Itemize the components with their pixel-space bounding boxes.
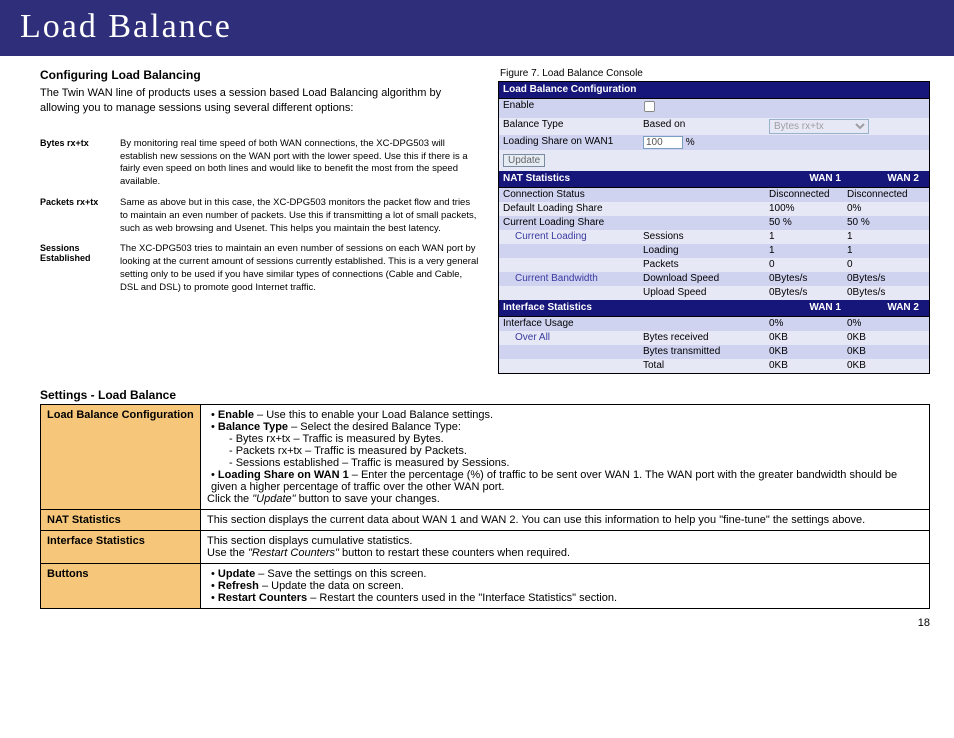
current-loading-label: Current Loading: [503, 231, 643, 243]
subrow-val: 0KB: [847, 332, 925, 344]
if-col-wan2: WAN 2: [847, 302, 925, 314]
loading-share-input[interactable]: [643, 136, 683, 149]
settings-table: Load Balance Configuration Enable – Use …: [40, 404, 930, 609]
left-heading: Configuring Load Balancing: [40, 68, 480, 82]
subrow-key: Total: [643, 360, 769, 372]
nat-header: NAT Statistics WAN 1 WAN 2: [499, 171, 929, 188]
nat-row-val: Disconnected: [769, 189, 847, 201]
opt-desc: Same as above but in this case, the XC-D…: [120, 197, 480, 235]
nat-row-val: 50 %: [847, 217, 925, 229]
subrow-val: 0KB: [847, 346, 925, 358]
nat-row-val: 50 %: [769, 217, 847, 229]
settings-heading: Settings - Load Balance: [40, 388, 930, 402]
subrow-key: Upload Speed: [643, 287, 769, 299]
subrow-val: 1: [769, 231, 847, 243]
opt-term: Bytes rx+tx: [40, 138, 120, 189]
left-intro: The Twin WAN line of products uses a ses…: [40, 86, 480, 116]
subrow-key: Sessions: [643, 231, 769, 243]
settings-row: NAT Statistics This section displays the…: [41, 510, 930, 531]
config-header: Load Balance Configuration: [499, 82, 929, 99]
nat-row-val: 0%: [847, 203, 925, 215]
page-number: 18: [918, 617, 930, 629]
nat-col-wan2: WAN 2: [847, 173, 925, 185]
nat-row-key: Default Loading Share: [503, 203, 643, 215]
nat-header-title: NAT Statistics: [503, 173, 769, 185]
if-usage-val: 0%: [847, 318, 925, 330]
subrow-key: Packets: [643, 259, 769, 271]
nat-row-val: 100%: [769, 203, 847, 215]
enable-checkbox[interactable]: [644, 101, 655, 112]
right-column: Figure 7. Load Balance Console Load Bala…: [498, 68, 930, 374]
subrow-val: 0: [769, 259, 847, 271]
enable-label: Enable: [503, 100, 643, 117]
figure-caption: Figure 7. Load Balance Console: [500, 68, 930, 79]
if-usage-val: 0%: [769, 318, 847, 330]
subrow-key: Download Speed: [643, 273, 769, 285]
subrow-key: Bytes received: [643, 332, 769, 344]
subrow-val: 1: [847, 231, 925, 243]
subrow-val: 0KB: [769, 360, 847, 372]
opt-desc: The XC-DPG503 tries to maintain an even …: [120, 243, 480, 294]
subrow-val: 0KB: [769, 332, 847, 344]
subrow-key: Loading: [643, 245, 769, 257]
nat-row-key: Current Loading Share: [503, 217, 643, 229]
if-col-wan1: WAN 1: [769, 302, 847, 314]
console-screenshot: Load Balance Configuration Enable Balanc…: [498, 81, 930, 374]
settings-key: Load Balance Configuration: [41, 405, 201, 510]
balance-type-select[interactable]: Bytes rx+tx: [769, 119, 869, 134]
balance-type-text: Based on: [643, 119, 769, 134]
opt-desc: By monitoring real time speed of both WA…: [120, 138, 480, 189]
subrow-val: 1: [769, 245, 847, 257]
subrow-val: 0Bytes/s: [769, 273, 847, 285]
subrow-val: 0Bytes/s: [847, 273, 925, 285]
opt-term: Sessions Established: [40, 243, 120, 294]
settings-value: Update – Save the settings on this scree…: [201, 564, 930, 609]
settings-key: Interface Statistics: [41, 531, 201, 564]
nat-col-wan1: WAN 1: [769, 173, 847, 185]
subrow-val: 0KB: [847, 360, 925, 372]
subrow-val: 0Bytes/s: [769, 287, 847, 299]
settings-value: This section displays cumulative statist…: [201, 531, 930, 564]
subrow-val: 0: [847, 259, 925, 271]
settings-value: This section displays the current data a…: [201, 510, 930, 531]
if-usage-key: Interface Usage: [503, 318, 643, 330]
settings-value: Enable – Use this to enable your Load Ba…: [201, 405, 930, 510]
balance-type-label: Balance Type: [503, 119, 643, 134]
subrow-val: 1: [847, 245, 925, 257]
settings-row: Interface Statistics This section displa…: [41, 531, 930, 564]
current-bw-label: Current Bandwidth: [503, 273, 643, 285]
subrow-val: 0Bytes/s: [847, 287, 925, 299]
options-list: Bytes rx+tx By monitoring real time spee…: [40, 130, 480, 303]
nat-row-key: Connection Status: [503, 189, 643, 201]
loading-share-unit: %: [686, 137, 695, 148]
settings-row: Load Balance Configuration Enable – Use …: [41, 405, 930, 510]
subrow-key: Bytes transmitted: [643, 346, 769, 358]
page-banner: Load Balance: [0, 0, 954, 56]
loading-share-label: Loading Share on WAN1: [503, 136, 643, 149]
update-button[interactable]: Update: [503, 154, 545, 167]
settings-key: NAT Statistics: [41, 510, 201, 531]
overall-label: Over All: [503, 332, 643, 344]
nat-row-val: Disconnected: [847, 189, 925, 201]
if-header-title: Interface Statistics: [503, 302, 769, 314]
settings-row: Buttons Update – Save the settings on th…: [41, 564, 930, 609]
interface-header: Interface Statistics WAN 1 WAN 2: [499, 300, 929, 317]
subrow-val: 0KB: [769, 346, 847, 358]
left-column: Configuring Load Balancing The Twin WAN …: [40, 68, 480, 374]
opt-term: Packets rx+tx: [40, 197, 120, 235]
settings-key: Buttons: [41, 564, 201, 609]
